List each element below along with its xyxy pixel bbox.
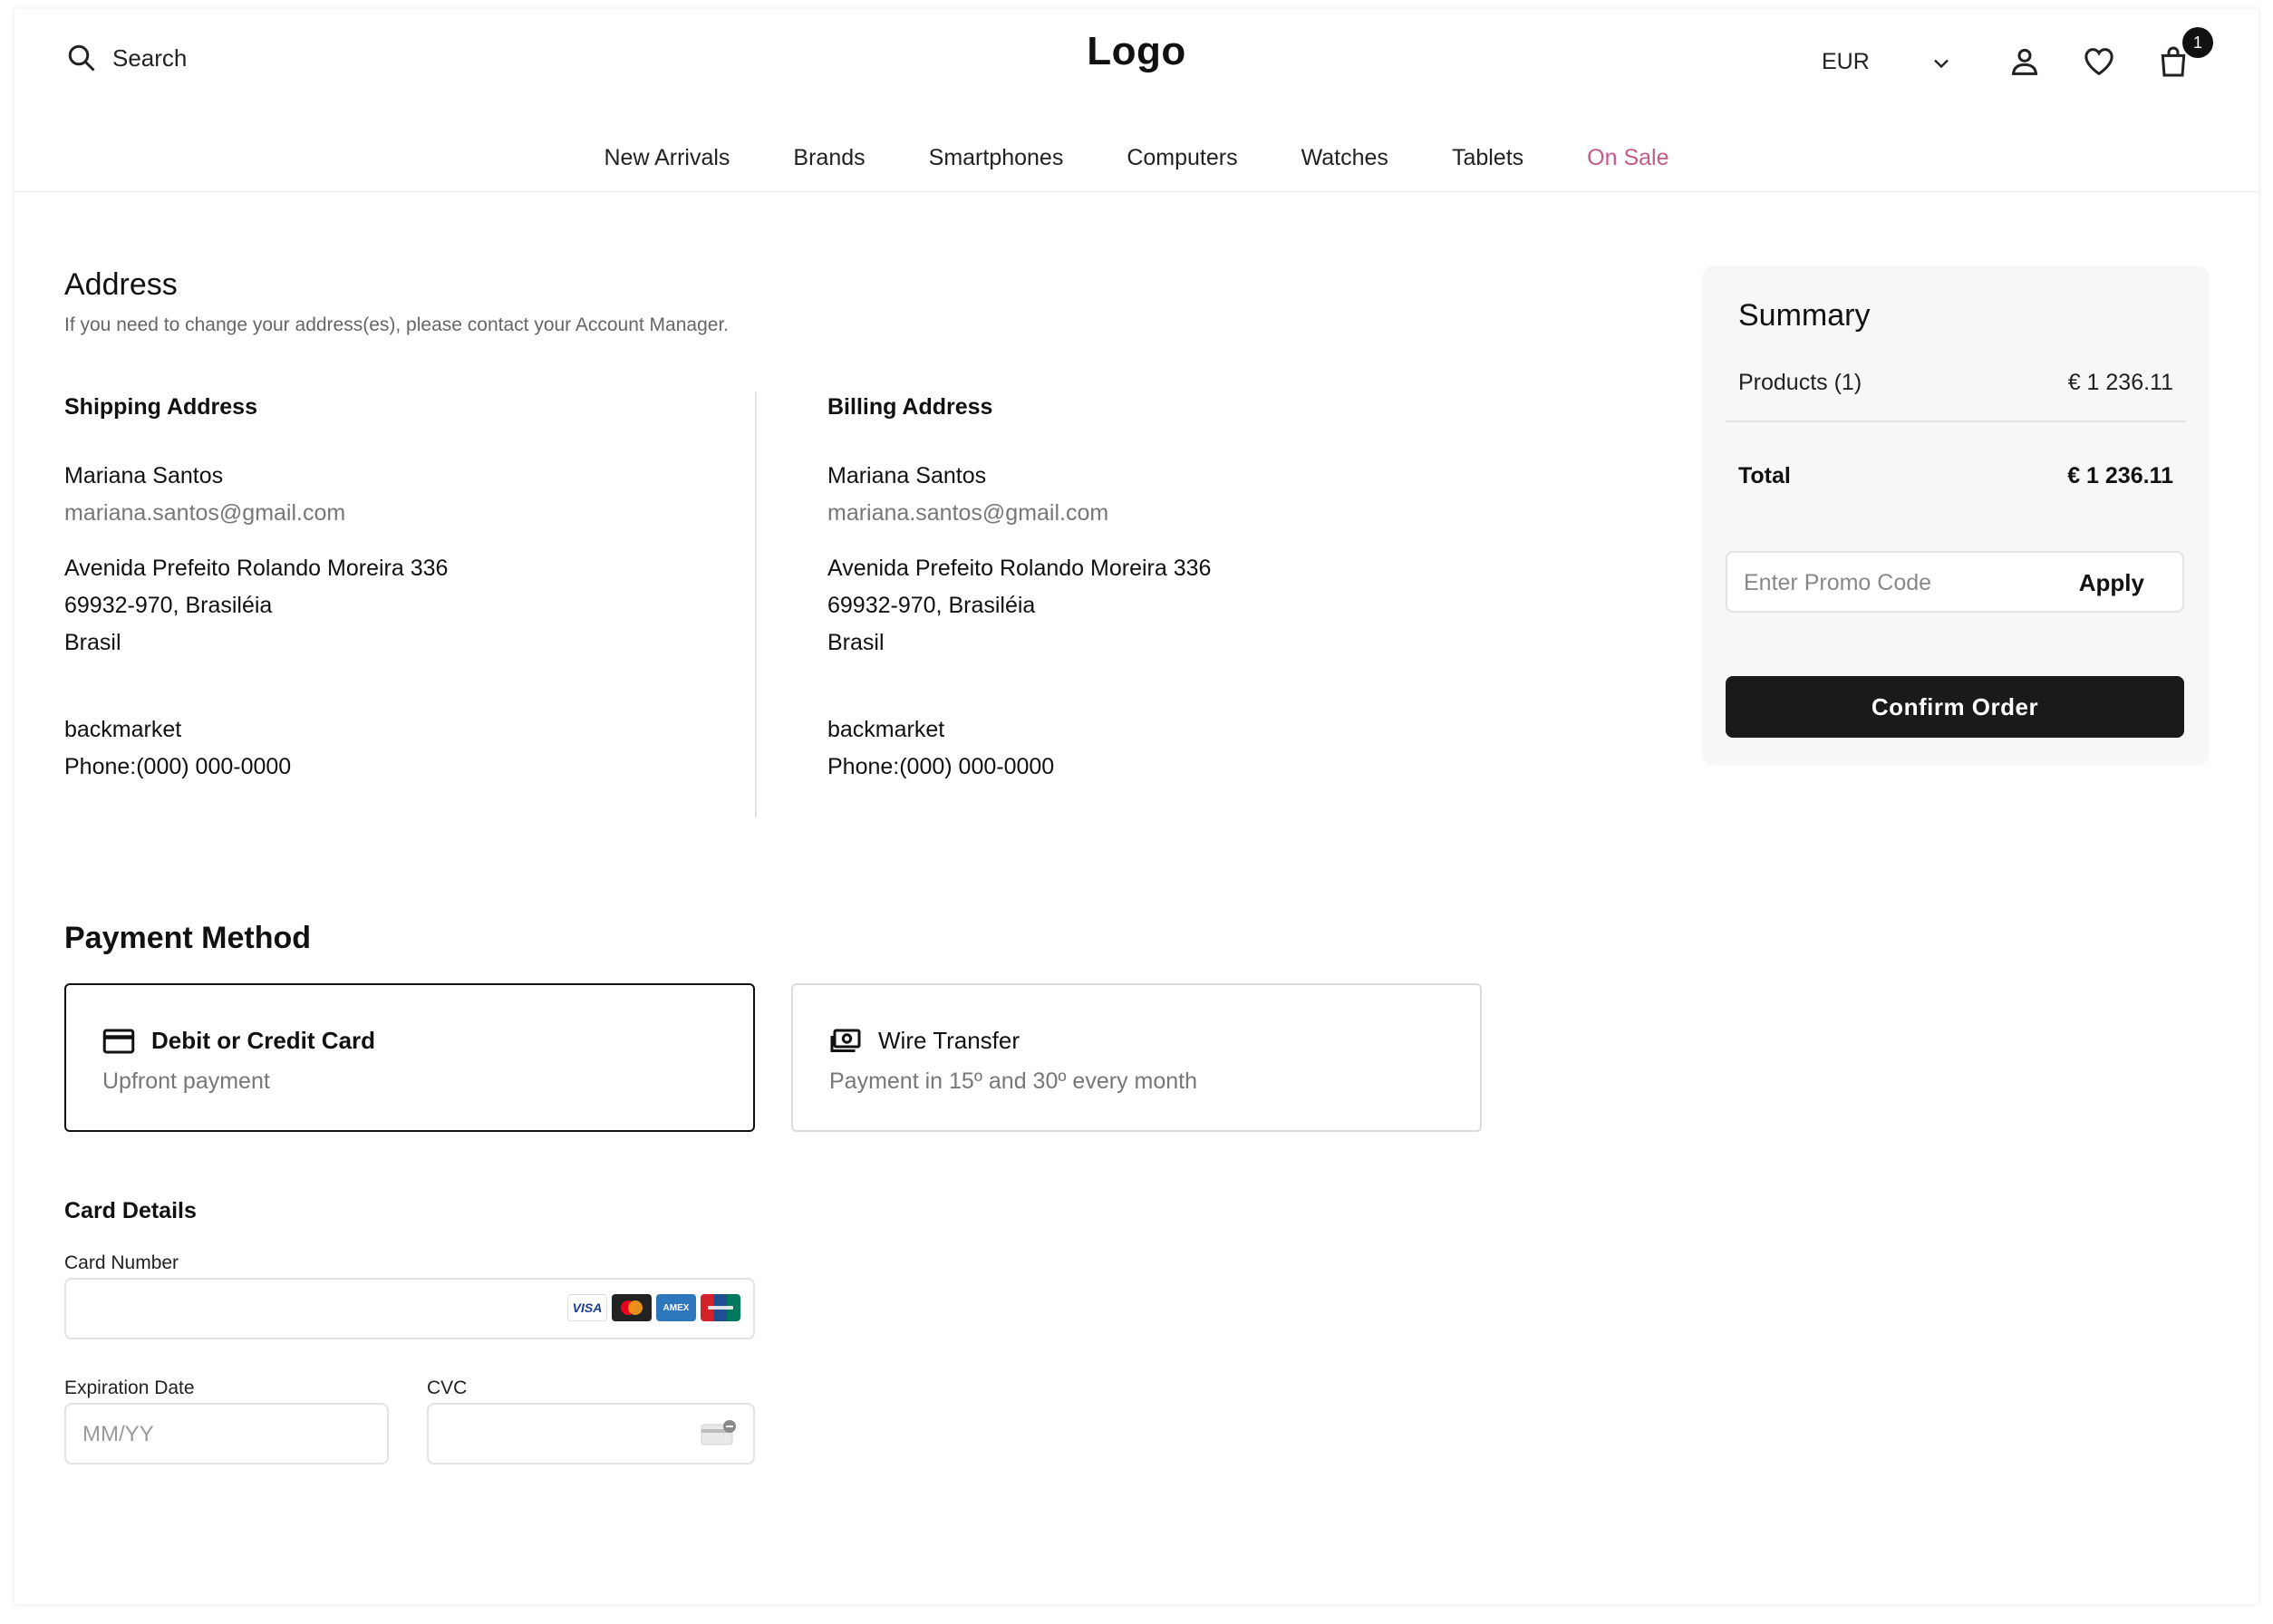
address-subtitle: If you need to change your address(es), … [64, 314, 730, 335]
shipping-country: Brasil [64, 630, 121, 655]
nav-item-on-sale[interactable]: On Sale [1587, 145, 1668, 171]
total-value: € 1 236.11 [2067, 463, 2173, 488]
nav-item-brands[interactable]: Brands [793, 145, 865, 171]
site-header: Search Logo EUR 1 New Arrivals Brands Sm… [15, 9, 2258, 192]
apply-promo-button[interactable]: Apply [2079, 569, 2144, 597]
nav-item-computers[interactable]: Computers [1127, 145, 1237, 171]
billing-address: Billing Address Mariana Santos mariana.s… [827, 394, 1211, 779]
shipping-address: Shipping Address Mariana Santos mariana.… [64, 394, 448, 779]
mastercard-circles-icon [621, 1300, 643, 1315]
currency-selector[interactable]: EUR [1822, 49, 1870, 75]
shipping-city: 69932-970, Brasiléia [64, 593, 273, 618]
chevron-down-icon[interactable] [1929, 51, 1954, 76]
amex-logo: AMEX [656, 1294, 696, 1321]
payment-option-card-desc: Upfront payment [102, 1068, 270, 1094]
checkout-page: Search Logo EUR 1 New Arrivals Brands Sm… [15, 9, 2258, 1604]
cvc-label: CVC [427, 1378, 468, 1398]
expiration-date-label: Expiration Date [64, 1378, 195, 1398]
shipping-email: mariana.santos@gmail.com [64, 500, 346, 526]
card-number-field: VISA AMEX [64, 1278, 755, 1339]
billing-city: 69932-970, Brasiléia [827, 593, 1036, 618]
billing-street: Avenida Prefeito Rolando Moreira 336 [827, 556, 1212, 581]
card-number-input[interactable] [82, 1292, 354, 1327]
unionpay-mark-icon [708, 1306, 733, 1310]
wishlist-button[interactable] [2081, 44, 2117, 80]
address-heading: Address [64, 267, 178, 302]
payment-option-card-title: Debit or Credit Card [151, 1027, 376, 1054]
nav-item-new-arrivals[interactable]: New Arrivals [605, 145, 730, 171]
summary-title: Summary [1738, 298, 1871, 333]
billing-email: mariana.santos@gmail.com [827, 500, 1109, 526]
payment-option-card[interactable]: Debit or Credit Card Upfront payment [64, 983, 755, 1132]
shipping-name: Mariana Santos [64, 463, 224, 488]
summary-divider [1726, 420, 2186, 422]
shipping-address-title: Shipping Address [64, 394, 257, 420]
nav-item-watches[interactable]: Watches [1301, 145, 1388, 171]
card-details-heading: Card Details [64, 1198, 197, 1223]
card-number-label: Card Number [64, 1252, 179, 1273]
nav-item-smartphones[interactable]: Smartphones [929, 145, 1064, 171]
cvc-card-icon [701, 1420, 736, 1445]
unionpay-logo [701, 1294, 740, 1321]
cvc-field [427, 1403, 755, 1464]
card-brands: VISA AMEX [567, 1294, 740, 1321]
billing-country: Brasil [827, 630, 885, 655]
promo-code-input[interactable] [1744, 566, 2043, 600]
payment-method-heading: Payment Method [64, 921, 312, 955]
payment-option-wire-transfer[interactable]: Wire Transfer Payment in 15º and 30º eve… [791, 983, 1482, 1132]
site-logo[interactable]: Logo [15, 29, 2258, 74]
promo-code-field: Apply [1726, 551, 2184, 613]
billing-phone: Phone:(000) 000-0000 [827, 754, 1055, 779]
payment-option-wire-title: Wire Transfer [878, 1027, 1020, 1054]
money-icon [830, 1029, 861, 1052]
main-nav: New Arrivals Brands Smartphones Computer… [15, 145, 2258, 171]
account-button[interactable] [2007, 44, 2043, 80]
billing-address-title: Billing Address [827, 394, 993, 420]
products-label: Products (1) [1738, 370, 1862, 395]
expiration-date-input[interactable] [82, 1417, 354, 1452]
total-label: Total [1738, 463, 1791, 488]
order-summary: Summary Products (1) € 1 236.11 Total € … [1702, 266, 2210, 766]
shipping-street: Avenida Prefeito Rolando Moreira 336 [64, 556, 449, 581]
cvc-input[interactable] [445, 1417, 672, 1452]
address-divider [755, 392, 757, 817]
credit-card-icon [102, 1029, 135, 1054]
visa-logo: VISA [567, 1294, 607, 1321]
shipping-phone: Phone:(000) 000-0000 [64, 754, 292, 779]
billing-name: Mariana Santos [827, 463, 987, 488]
expiration-date-field [64, 1403, 389, 1464]
mastercard-logo [612, 1294, 652, 1321]
heart-icon [2084, 48, 2113, 76]
cart-count-badge: 1 [2182, 27, 2213, 58]
payment-option-wire-desc: Payment in 15º and 30º every month [829, 1068, 1197, 1094]
confirm-order-button[interactable]: Confirm Order [1726, 676, 2184, 738]
nav-item-tablets[interactable]: Tablets [1452, 145, 1523, 171]
user-icon [2011, 48, 2038, 75]
shipping-company: backmarket [64, 717, 182, 742]
products-value: € 1 236.11 [2067, 370, 2173, 395]
billing-company: backmarket [827, 717, 945, 742]
